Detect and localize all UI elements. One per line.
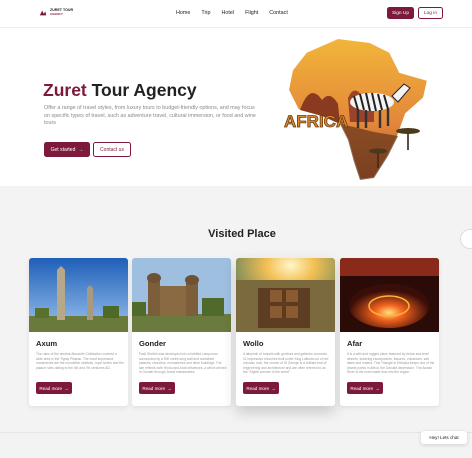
- login-button[interactable]: Log in: [418, 7, 443, 19]
- place-card-wollo: Wollo A labyrinth of tunnels with grotto…: [236, 258, 335, 406]
- arrow-right-icon: →: [167, 385, 172, 391]
- africa-map-illustration: AFRICA: [284, 36, 430, 182]
- arrow-right-icon: →: [78, 146, 84, 153]
- place-card-afar: Afar It is a wild and rugged place featu…: [340, 258, 439, 406]
- read-more-label: Read more: [246, 385, 270, 391]
- card-text: The ruins of the ancient Aksumite Civili…: [36, 352, 124, 370]
- card-title: Wollo: [243, 339, 264, 348]
- navbar: ZURET TOUR AGENCY Home Trip Hotel Flight…: [0, 0, 472, 28]
- place-card-gonder: Gonder Fasil Ghebbi was developed into a…: [132, 258, 231, 406]
- nav-contact[interactable]: Contact: [269, 10, 288, 16]
- hero-description: Offer a range of travel styles, from lux…: [44, 105, 256, 127]
- card-title: Gonder: [139, 339, 167, 348]
- logo-icon: [39, 10, 47, 16]
- afar-lava-lake-image: [340, 258, 439, 332]
- arrow-right-icon: →: [375, 385, 380, 391]
- read-more-button[interactable]: Read more →: [36, 382, 72, 394]
- nav-trip[interactable]: Trip: [201, 10, 210, 16]
- nav-hotel[interactable]: Hotel: [221, 10, 234, 16]
- arrow-right-icon: →: [64, 385, 69, 391]
- wollo-lalibela-image: [236, 258, 335, 332]
- nav-home[interactable]: Home: [176, 10, 190, 16]
- read-more-button[interactable]: Read more →: [243, 382, 279, 394]
- hero-title-accent: Zuret: [43, 80, 87, 100]
- get-started-button[interactable]: Get started →: [44, 142, 90, 157]
- map-label: AFRICA: [284, 112, 348, 131]
- signup-button[interactable]: Sign Up: [387, 7, 414, 19]
- card-text: It is a wild and rugged place featured b…: [347, 352, 435, 375]
- read-more-label: Read more: [142, 385, 166, 391]
- hero-section: Zuret Tour Agency Offer a range of trave…: [0, 28, 472, 186]
- axum-obelisk-image: [29, 258, 128, 332]
- contact-us-button[interactable]: Contact us: [93, 142, 131, 157]
- brand-sub: AGENCY: [50, 12, 63, 16]
- hero-title: Zuret Tour Agency: [43, 80, 197, 101]
- card-title: Axum: [36, 339, 58, 348]
- nav-flight[interactable]: Flight: [245, 10, 258, 16]
- read-more-label: Read more: [350, 385, 374, 391]
- card-text: A labyrinth of tunnels with grottoes and…: [243, 352, 329, 375]
- gonder-castle-image: [132, 258, 231, 332]
- read-more-button[interactable]: Read more →: [139, 382, 175, 394]
- divider: [0, 432, 472, 433]
- chat-widget-button[interactable]: Hey! Lets chat: [421, 431, 467, 444]
- nav-links: Home Trip Hotel Flight Contact: [176, 10, 299, 16]
- arrow-right-icon: →: [271, 385, 276, 391]
- section-title: Visited Place: [208, 228, 276, 240]
- card-title: Afar: [347, 339, 363, 348]
- read-more-button[interactable]: Read more →: [347, 382, 383, 394]
- place-card-axum: Axum The ruins of the ancient Aksumite C…: [29, 258, 128, 406]
- read-more-label: Read more: [39, 385, 63, 391]
- get-started-label: Get started: [50, 146, 76, 153]
- brand-logo[interactable]: ZURET TOUR AGENCY: [39, 8, 73, 17]
- hero-title-rest: Tour Agency: [86, 80, 197, 100]
- card-text: Fasil Ghebbi was developed into a fortif…: [139, 352, 227, 375]
